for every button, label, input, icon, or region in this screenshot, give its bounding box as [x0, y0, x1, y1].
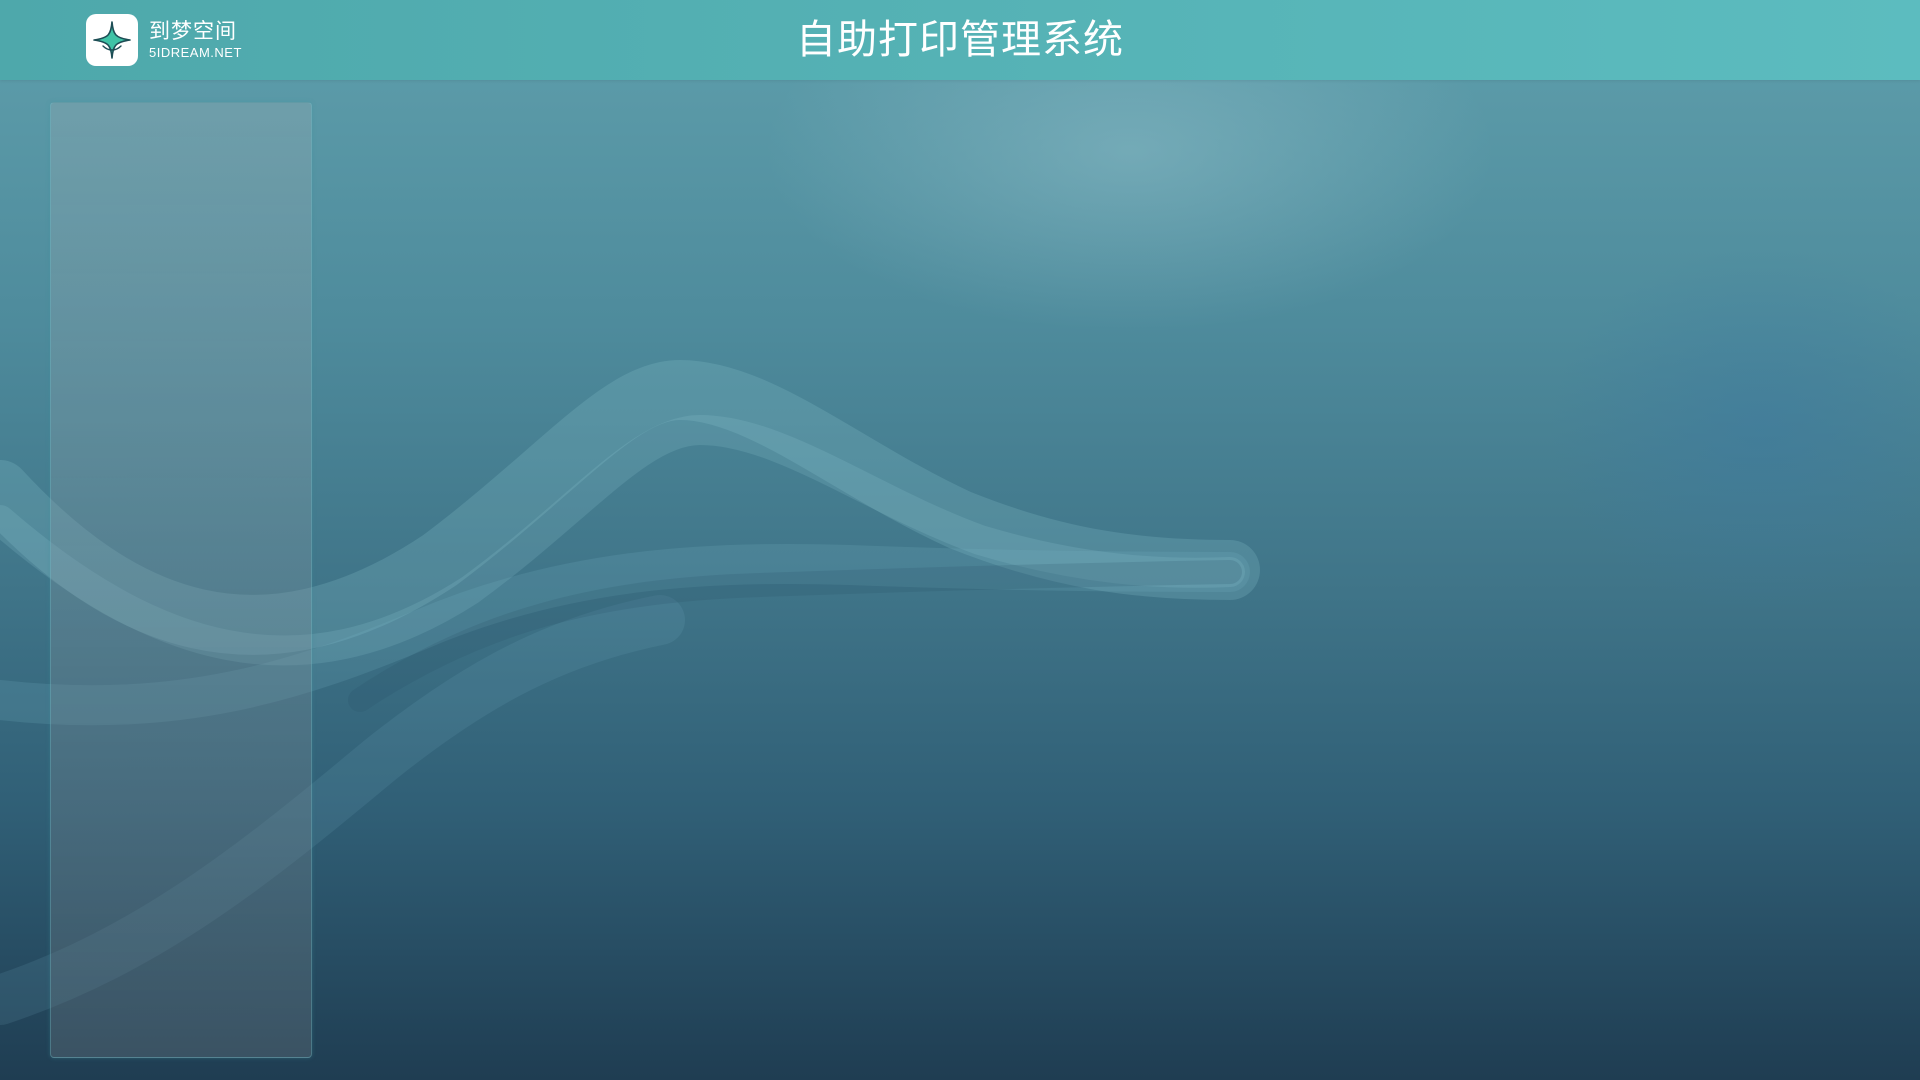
page-title: 自助打印管理系统	[796, 17, 1124, 63]
sidebar-panel	[50, 102, 312, 1058]
top-header-bar: 到梦空间 5IDREAM.NET 自助打印管理系统	[0, 0, 1920, 80]
app-root: 到梦空间 5IDREAM.NET 自助打印管理系统	[0, 0, 1920, 1080]
